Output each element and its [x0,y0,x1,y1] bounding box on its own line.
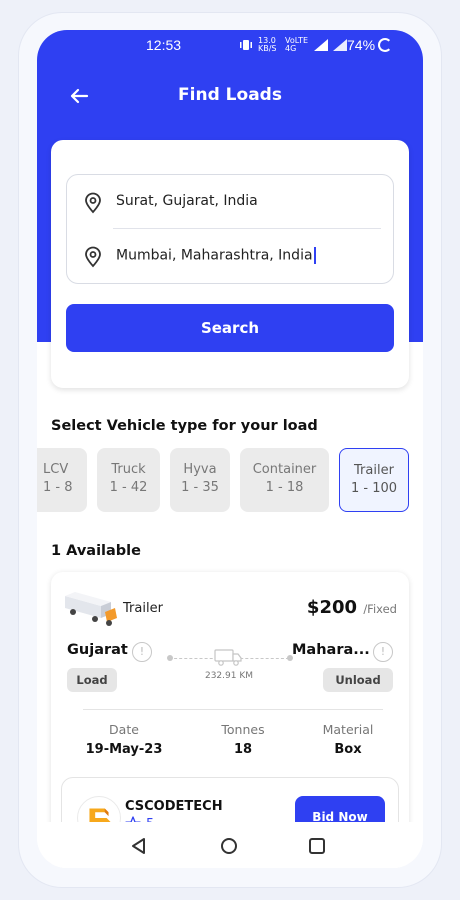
app-header: Find Loads [37,80,423,114]
status-bar: 12:53 13.0 KB/S VoLTE 4G 74% [37,30,423,60]
route-distance: 232.91 KM [204,671,254,681]
vehicle-range: 1 - 100 [350,481,398,496]
vehicle-range: 1 - 18 [265,480,304,495]
status-icons: 13.0 KB/S VoLTE 4G [239,37,347,53]
available-count: 1 Available [51,543,141,559]
truck-icon [214,649,242,666]
from-city: Gujarat [67,642,128,658]
vehicle-name: Truck [111,462,146,477]
material-label: Material [322,722,374,737]
location-pin-icon [85,192,101,214]
vehicle-range: 1 - 35 [181,480,219,495]
search-card: Surat, Gujarat, India Mumbai, Maharashtr… [51,140,409,388]
vehicle-section-title: Select Vehicle type for your load [51,418,318,434]
vehicle-name: Hyva [183,462,217,477]
trailer-truck-icon [65,592,117,626]
price-value: $200 [306,597,358,618]
origin-field[interactable]: Surat, Gujarat, India [67,177,393,227]
app-screen: 12:53 13.0 KB/S VoLTE 4G 74% Find Loads [37,30,423,868]
status-time: 12:53 [146,37,182,53]
signal-icon [314,39,328,51]
location-pin-icon [85,246,101,268]
date-stat: Date 19-May-23 [69,722,179,757]
vehicle-chip-hyva[interactable]: Hyva 1 - 35 [170,448,230,512]
battery-icon [378,38,393,52]
destination-input[interactable]: Mumbai, Maharashtra, India [116,248,313,264]
load-vehicle-type: Trailer [123,601,163,616]
route-start-dot [167,655,173,661]
recents-nav-icon[interactable] [305,834,329,858]
page-title: Find Loads [178,85,282,105]
vibrate-icon [240,40,252,50]
android-nav-bar [37,822,423,868]
back-nav-icon[interactable] [127,834,151,858]
network-label: VoLTE 4G [285,36,309,53]
text-cursor [313,247,316,264]
info-icon[interactable]: ! [373,642,393,662]
battery-percent: 74% [347,37,376,53]
to-city: Mahara... [292,642,370,658]
vehicle-range: 1 - 8 [43,480,73,495]
location-box: Surat, Gujarat, India Mumbai, Maharashtr… [66,174,394,284]
date-value: 19-May-23 [85,742,163,757]
tonnes-label: Tonnes [221,722,265,737]
signal-icon-2 [333,39,347,51]
origin-input[interactable]: Surat, Gujarat, India [116,193,258,209]
vehicle-chip-trailer[interactable]: Trailer 1 - 100 [339,448,409,512]
company-name: CSCODETECH [125,799,223,814]
net-speed: 13.0 KB/S [258,36,277,53]
material-value: Box [334,742,362,757]
tonnes-stat: Tonnes 18 [188,722,298,757]
price-type: /Fixed [363,602,397,616]
vehicle-name: Trailer [354,463,394,478]
load-price: $200 /Fixed [307,597,397,618]
load-tag: Load [67,668,117,692]
destination-field[interactable]: Mumbai, Maharashtra, India [67,231,393,281]
date-label: Date [109,722,139,737]
destination-input-wrap[interactable]: Mumbai, Maharashtra, India [116,247,316,264]
material-stat: Material Box [293,722,403,757]
vehicle-chip-container[interactable]: Container 1 - 18 [240,448,329,512]
vehicle-name: Container [252,462,317,477]
home-nav-icon[interactable] [217,834,241,858]
divider [113,228,381,229]
info-icon[interactable]: ! [132,642,152,662]
tonnes-value: 18 [233,742,253,757]
vehicle-name: LCV [43,462,69,477]
battery-status: 74% [347,37,393,53]
search-button[interactable]: Search [66,304,394,352]
vehicle-range: 1 - 42 [109,480,148,495]
card-divider [83,709,383,710]
vehicle-chip-truck[interactable]: Truck 1 - 42 [97,448,160,512]
vehicle-type-list[interactable]: LCV 1 - 8 Truck 1 - 42 Hyva 1 - 35 Conta… [37,448,423,512]
vehicle-chip-lcv[interactable]: LCV 1 - 8 [37,448,87,512]
unload-tag: Unload [323,668,393,692]
